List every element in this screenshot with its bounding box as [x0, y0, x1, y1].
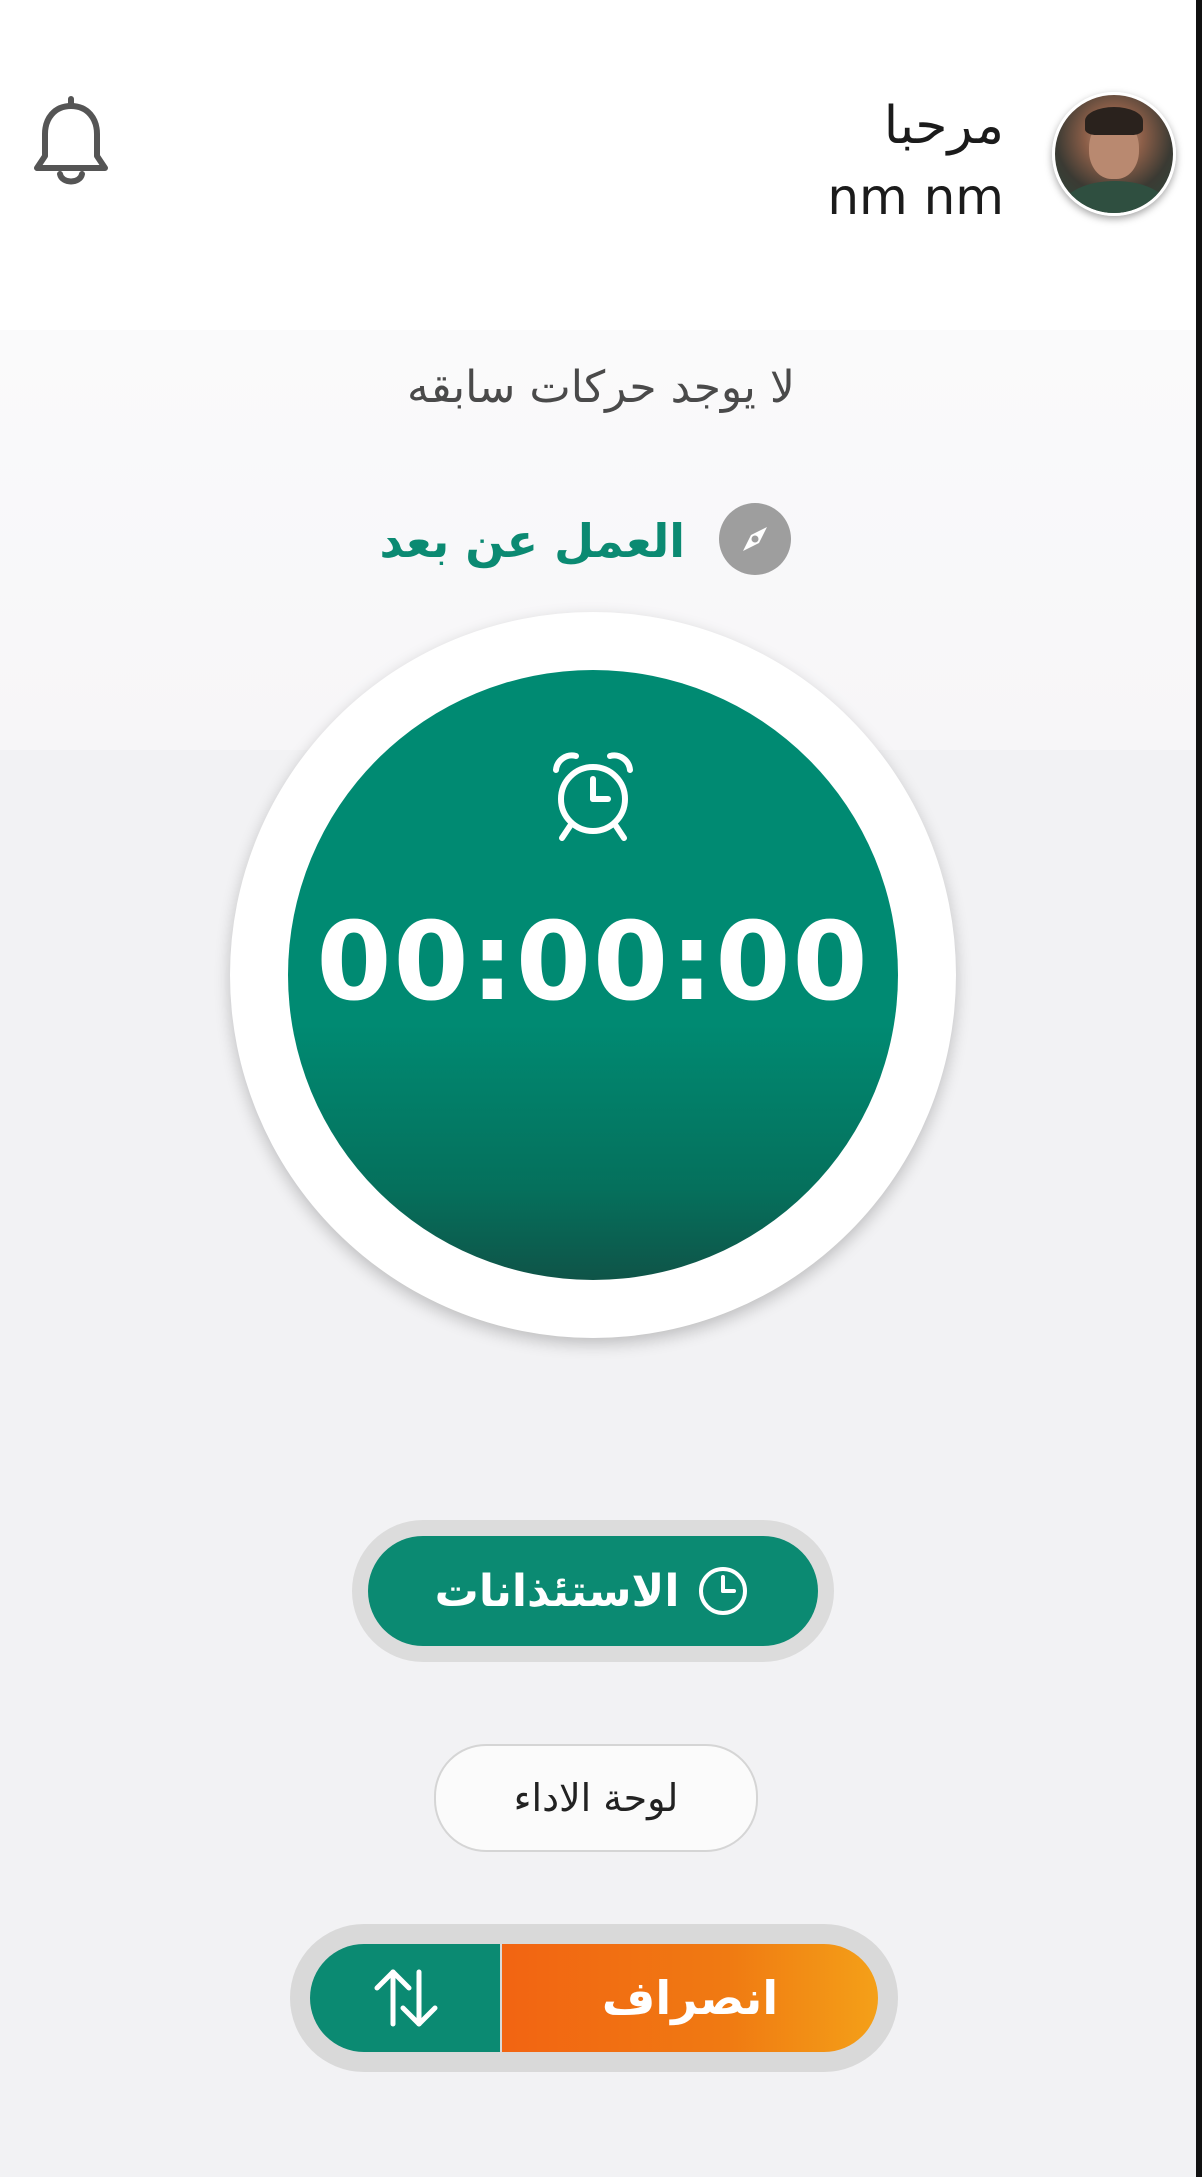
- performance-dashboard-button[interactable]: لوحة الاداء: [434, 1744, 758, 1852]
- avatar-hair: [1085, 107, 1143, 135]
- username-text: nm nm: [827, 168, 1004, 226]
- clock-icon: [699, 1567, 748, 1615]
- header-area: [0, 0, 1202, 330]
- permissions-button-frame: الاستئذانات: [352, 1520, 834, 1662]
- no-previous-moves-text: لا يوجد حركات سابقه: [407, 362, 795, 413]
- compass-icon: [719, 503, 791, 575]
- leave-button[interactable]: انصراف: [502, 1944, 878, 2052]
- performance-dashboard-label: لوحة الاداء: [513, 1776, 679, 1820]
- bell-icon[interactable]: [30, 96, 112, 188]
- timer-circle[interactable]: 00:00:00: [230, 612, 956, 1338]
- swap-arrows-icon: [374, 1969, 438, 2027]
- switch-mode-button[interactable]: [310, 1944, 500, 2052]
- screen-edge: [1196, 0, 1202, 2177]
- timer-face: 00:00:00: [288, 670, 898, 1280]
- leave-button-group: انصراف: [290, 1924, 898, 2072]
- avatar[interactable]: [1052, 92, 1176, 216]
- timer-display: 00:00:00: [316, 900, 870, 1025]
- work-mode-label: العمل عن بعد: [379, 514, 685, 568]
- work-mode-row[interactable]: العمل عن بعد: [379, 500, 800, 580]
- alarm-clock-icon: [553, 752, 633, 841]
- permissions-label: الاستئذانات: [434, 1565, 680, 1617]
- permissions-button[interactable]: الاستئذانات: [368, 1536, 818, 1646]
- leave-label: انصراف: [601, 1971, 779, 2025]
- avatar-body: [1063, 181, 1167, 213]
- greeting-text: مرحبا: [883, 96, 1004, 156]
